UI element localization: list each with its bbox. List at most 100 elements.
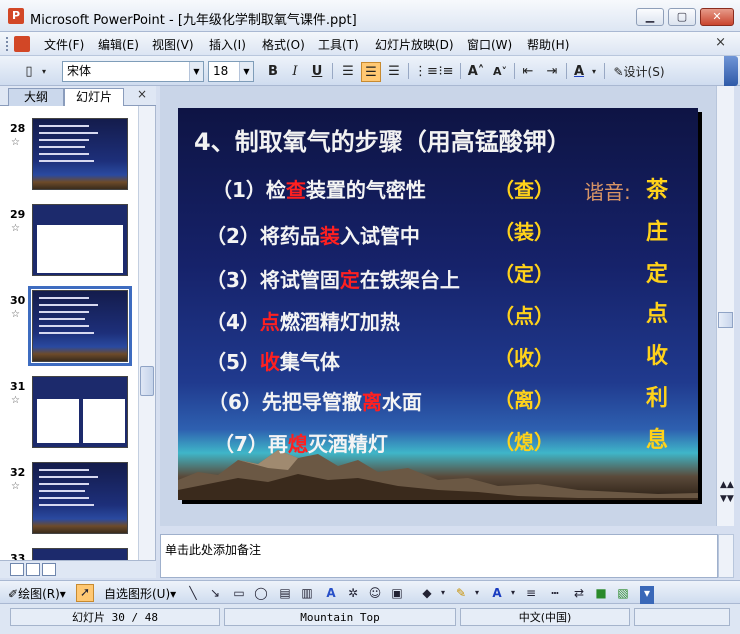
tab-slides[interactable]: 幻灯片 bbox=[64, 88, 124, 107]
line-style-icon[interactable]: ≡ bbox=[524, 586, 538, 600]
notes-pane[interactable]: 单击此处添加备注 bbox=[160, 534, 718, 578]
bold-button[interactable]: B bbox=[264, 62, 282, 82]
font-color-icon[interactable]: A bbox=[490, 586, 504, 600]
arrow-icon[interactable]: ↘ bbox=[208, 586, 222, 600]
panel-close-icon[interactable]: × bbox=[137, 87, 147, 101]
arrow-style-icon[interactable]: ⇄ bbox=[572, 586, 586, 600]
status-bar: 幻灯片 30 / 48 Mountain Top 中文(中国) bbox=[0, 604, 740, 634]
3d-icon[interactable]: ▧ bbox=[616, 586, 630, 600]
oval-icon[interactable]: ◯ bbox=[254, 586, 268, 600]
step-abbr-2: （装） bbox=[494, 220, 554, 244]
separator bbox=[332, 63, 333, 79]
design-button[interactable]: ✎设计(S) bbox=[608, 62, 670, 82]
menu-view[interactable]: 视图(V) bbox=[152, 36, 194, 53]
decrease-indent-icon[interactable]: ⇤ bbox=[518, 62, 538, 82]
menu-slideshow[interactable]: 幻灯片放映(D) bbox=[375, 36, 454, 53]
italic-button[interactable]: I bbox=[286, 62, 304, 82]
font-color-icon[interactable]: A bbox=[570, 62, 588, 82]
wordart-icon[interactable]: A bbox=[324, 586, 338, 600]
font-size-value: 18 bbox=[213, 64, 229, 78]
chevron-down-icon[interactable]: ▾ bbox=[589, 62, 599, 82]
thumbnail-scrollbar[interactable] bbox=[138, 106, 155, 560]
close-button[interactable]: ✕ bbox=[700, 8, 734, 26]
notes-placeholder: 单击此处添加备注 bbox=[165, 543, 262, 557]
numbering-icon[interactable]: ⋮≡ bbox=[414, 62, 438, 82]
thumbnail-32[interactable]: 32 ☆ bbox=[0, 456, 138, 542]
tab-outline[interactable]: 大纲 bbox=[8, 88, 64, 106]
picture-icon[interactable]: ▣ bbox=[390, 586, 404, 600]
mnemonic-char: 利 bbox=[646, 386, 669, 411]
menu-file[interactable]: 文件(F) bbox=[44, 36, 84, 53]
decrease-font-icon[interactable]: A˅ bbox=[490, 62, 510, 82]
autoshapes-button[interactable]: 自选图形(U)▾ bbox=[104, 585, 176, 602]
diagram-icon[interactable]: ✲ bbox=[346, 586, 360, 600]
draw-menu-button[interactable]: ✐绘图(R)▾ bbox=[8, 585, 66, 602]
menu-insert[interactable]: 插入(I) bbox=[209, 36, 246, 53]
view-buttons bbox=[0, 560, 156, 578]
menu-window[interactable]: 窗口(W) bbox=[467, 36, 512, 53]
current-slide[interactable]: 4、制取氧气的步骤（用高锰酸钾） （1）检查装置的气密性 （2）将药品装入试管中… bbox=[178, 108, 698, 500]
line-color-icon[interactable]: ✎ bbox=[454, 586, 468, 600]
thumbnail-33[interactable]: 33 bbox=[0, 542, 138, 560]
chevron-down-icon[interactable]: ▾ bbox=[436, 586, 450, 600]
menu-help[interactable]: 帮助(H) bbox=[527, 36, 569, 53]
textbox-icon[interactable]: ▤ bbox=[278, 586, 292, 600]
normal-view-icon[interactable] bbox=[10, 563, 24, 576]
menu-format[interactable]: 格式(O) bbox=[262, 36, 305, 53]
align-right-icon[interactable]: ☰ bbox=[384, 62, 404, 82]
new-dropdown-icon[interactable]: ▾ bbox=[38, 62, 50, 82]
step-abbr-3: （定） bbox=[494, 262, 554, 286]
document-icon[interactable] bbox=[14, 36, 30, 52]
chevron-down-icon[interactable]: ▼ bbox=[239, 62, 253, 81]
separator bbox=[460, 63, 461, 79]
next-slide-icon[interactable]: ▼▼ bbox=[720, 494, 734, 504]
scroll-thumb[interactable] bbox=[140, 366, 154, 396]
select-pointer-icon[interactable]: ➚ bbox=[76, 584, 94, 602]
animation-star-icon: ☆ bbox=[11, 395, 20, 406]
align-center-icon[interactable]: ☰ bbox=[361, 62, 381, 82]
slideshow-view-icon[interactable] bbox=[42, 563, 56, 576]
shadow-icon[interactable]: ■ bbox=[594, 586, 608, 600]
increase-indent-icon[interactable]: ⇥ bbox=[542, 62, 562, 82]
underline-button[interactable]: U bbox=[308, 62, 326, 82]
align-left-icon[interactable]: ☰ bbox=[338, 62, 358, 82]
clipart-icon[interactable]: ☺ bbox=[368, 586, 382, 600]
scroll-thumb[interactable] bbox=[718, 312, 733, 328]
thumbnail-29[interactable]: 29 ☆ bbox=[0, 198, 138, 284]
maximize-button[interactable]: ▢ bbox=[668, 8, 696, 26]
minimize-button[interactable]: ▁ bbox=[636, 8, 664, 26]
status-slide-number: 幻灯片 30 / 48 bbox=[10, 608, 220, 626]
slide-sorter-icon[interactable] bbox=[26, 563, 40, 576]
toolbar-options-icon[interactable] bbox=[724, 56, 738, 86]
line-icon[interactable]: ╲ bbox=[186, 586, 200, 600]
draw-icon: ✐ bbox=[8, 587, 19, 601]
rectangle-icon[interactable]: ▭ bbox=[232, 586, 246, 600]
increase-font-icon[interactable]: A˄ bbox=[466, 62, 486, 82]
menu-tools[interactable]: 工具(T) bbox=[318, 36, 359, 53]
menu-edit[interactable]: 编辑(E) bbox=[98, 36, 139, 53]
step-4: （4）点燃酒精灯加热 bbox=[206, 310, 400, 334]
status-design-template[interactable]: Mountain Top bbox=[224, 608, 456, 626]
previous-slide-icon[interactable]: ▲▲ bbox=[720, 480, 734, 490]
fill-color-icon[interactable]: ◆ bbox=[420, 586, 434, 600]
chevron-down-icon[interactable]: ▼ bbox=[189, 62, 203, 81]
document-close-icon[interactable]: × bbox=[715, 35, 726, 50]
design-label: 设计(S) bbox=[623, 65, 665, 79]
bullets-icon[interactable]: ⁝≡ bbox=[436, 62, 456, 82]
vertical-textbox-icon[interactable]: ▥ bbox=[300, 586, 314, 600]
new-file-icon[interactable]: ▯ bbox=[20, 62, 38, 82]
toolbar-options-icon[interactable]: ▾ bbox=[640, 586, 654, 604]
thumbnail-31[interactable]: 31 ☆ bbox=[0, 370, 138, 456]
chevron-down-icon[interactable]: ▾ bbox=[506, 586, 520, 600]
slide-scrollbar[interactable]: ▲▲ ▼▼ bbox=[716, 86, 734, 526]
font-size-select[interactable]: 18 ▼ bbox=[208, 61, 254, 82]
notes-scrollbar[interactable] bbox=[718, 534, 734, 578]
toolbar-grip[interactable] bbox=[6, 37, 9, 51]
step-5: （5）收集气体 bbox=[206, 350, 340, 374]
thumbnail-number: 31 bbox=[10, 380, 26, 393]
dash-style-icon[interactable]: ┅ bbox=[548, 586, 562, 600]
font-name-select[interactable]: 宋体 ▼ bbox=[62, 61, 204, 82]
thumbnail-28[interactable]: 28 ☆ bbox=[0, 112, 138, 198]
thumbnail-30[interactable]: 30 ☆ bbox=[0, 284, 138, 370]
chevron-down-icon[interactable]: ▾ bbox=[470, 586, 484, 600]
